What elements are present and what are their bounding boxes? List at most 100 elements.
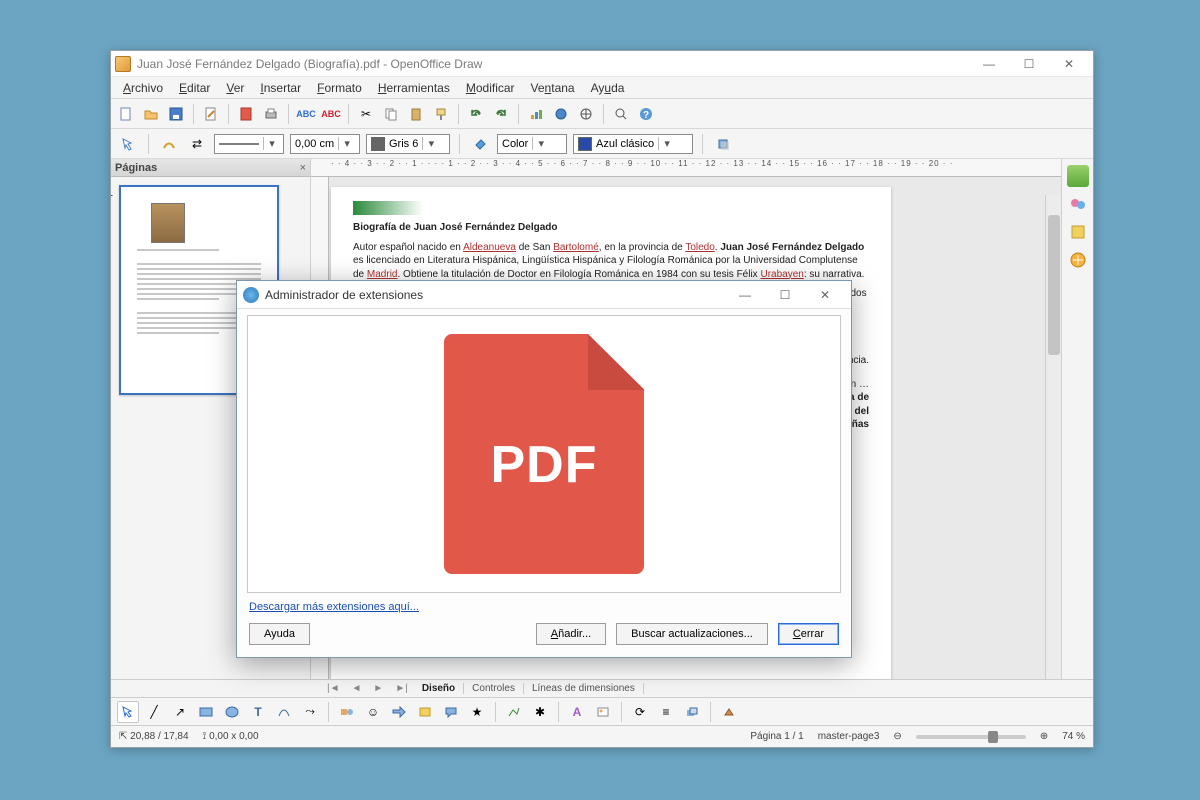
print-icon[interactable] — [260, 103, 282, 125]
menu-insertar[interactable]: Insertar — [252, 79, 309, 97]
menu-ventana[interactable]: Ventana — [523, 79, 583, 97]
stars-icon[interactable]: ★ — [466, 701, 488, 723]
menu-archivo[interactable]: AArchivorchivo — [115, 79, 171, 97]
fill-bucket-icon[interactable] — [469, 133, 491, 155]
select-tool-icon[interactable] — [117, 701, 139, 723]
right-sidebar — [1061, 159, 1093, 679]
dialog-minimize-button[interactable]: — — [725, 284, 765, 306]
symbol-shapes-icon[interactable]: ☺ — [362, 701, 384, 723]
zoom-in-icon[interactable]: ⊕ — [1040, 731, 1048, 742]
gallery-icon[interactable] — [1067, 165, 1089, 187]
arrow-tool-icon[interactable]: ↗ — [169, 701, 191, 723]
points-edit-icon[interactable] — [503, 701, 525, 723]
navigator-icon[interactable] — [575, 103, 597, 125]
pdf-file-icon: PDF — [444, 334, 644, 574]
arrow-style-icon[interactable]: ⇄ — [186, 133, 208, 155]
from-file-icon[interactable] — [592, 701, 614, 723]
save-icon[interactable] — [165, 103, 187, 125]
panel-close-icon[interactable]: × — [300, 162, 306, 174]
minimize-button[interactable]: — — [969, 53, 1009, 75]
add-button[interactable]: AAñadir...ñadir... — [536, 623, 606, 645]
styles-icon[interactable] — [1067, 193, 1089, 215]
tab-diseno[interactable]: Diseño — [414, 683, 464, 694]
maximize-button[interactable]: ☐ — [1009, 53, 1049, 75]
align-icon[interactable]: ≡ — [655, 701, 677, 723]
tab-nav-first[interactable]: |◄ — [321, 683, 346, 694]
fontwork-icon[interactable]: A — [566, 701, 588, 723]
dialog-content-area: PDF — [247, 315, 841, 593]
text-tool-icon[interactable]: T — [247, 701, 269, 723]
ellipse-tool-icon[interactable] — [221, 701, 243, 723]
glue-points-icon[interactable]: ✱ — [529, 701, 551, 723]
tab-lineas[interactable]: Líneas de dimensiones — [524, 683, 644, 694]
vertical-scrollbar[interactable] — [1045, 195, 1061, 679]
arrow-mode-icon[interactable] — [117, 133, 139, 155]
open-icon[interactable] — [140, 103, 162, 125]
autocheck-icon[interactable]: ABC — [320, 103, 342, 125]
statusbar: ⇱ 20,88 / 17,84 ⟟ 0,00 x 0,00 Página 1 /… — [111, 725, 1093, 747]
copy-icon[interactable] — [380, 103, 402, 125]
extrusion-icon[interactable] — [718, 701, 740, 723]
menu-editar[interactable]: Editar — [171, 79, 218, 97]
zoom-out-icon[interactable]: ⊖ — [893, 731, 901, 742]
basic-shapes-icon[interactable] — [336, 701, 358, 723]
tab-nav-next[interactable]: ► — [367, 683, 389, 694]
spellcheck-icon[interactable]: ABC — [295, 103, 317, 125]
rotate-icon[interactable]: ⟳ — [629, 701, 651, 723]
tab-nav-prev[interactable]: ◄ — [346, 683, 368, 694]
chart-icon[interactable] — [525, 103, 547, 125]
line-color-combo[interactable]: Gris 6▾ — [366, 134, 450, 154]
fill-mode-combo[interactable]: Color▾ — [497, 134, 567, 154]
curve-tool-icon[interactable] — [273, 701, 295, 723]
fill-color-combo[interactable]: Azul clásico▾ — [573, 134, 693, 154]
paste-icon[interactable] — [405, 103, 427, 125]
help-button[interactable]: Ayuda — [249, 623, 310, 645]
doc-paragraph: Autor español nacido en Aldeanueva de Sa… — [353, 241, 869, 282]
check-updates-button[interactable]: Buscar actualizaciones... — [616, 623, 768, 645]
menu-modificar[interactable]: Modificar — [458, 79, 523, 97]
edit-doc-icon[interactable] — [200, 103, 222, 125]
dialog-close-button[interactable]: ✕ — [805, 284, 845, 306]
line-width-combo[interactable]: 0,00 cm▾ — [290, 134, 360, 154]
line-style-icon[interactable] — [158, 133, 180, 155]
help-icon[interactable]: ? — [635, 103, 657, 125]
menubar: AArchivorchivo Editar Ver Insertar Forma… — [111, 77, 1093, 99]
menu-formato[interactable]: Formato — [309, 79, 370, 97]
header-image — [353, 201, 423, 215]
connector-tool-icon[interactable]: ⤳ — [299, 701, 321, 723]
extension-manager-dialog: Administrador de extensiones — ☐ ✕ PDF D… — [236, 280, 852, 658]
export-pdf-icon[interactable] — [235, 103, 257, 125]
menu-herramientas[interactable]: Herramientas — [370, 79, 458, 97]
rect-tool-icon[interactable] — [195, 701, 217, 723]
menu-ver[interactable]: Ver — [218, 79, 252, 97]
tab-controles[interactable]: Controles — [464, 683, 524, 694]
line-tool-icon[interactable]: ╱ — [143, 701, 165, 723]
sheet-tabs: |◄ ◄ ► ►| Diseño Controles Líneas de dim… — [111, 679, 1093, 697]
hyperlink-icon[interactable] — [550, 103, 572, 125]
redo-icon[interactable] — [490, 103, 512, 125]
navigator-side-icon[interactable] — [1067, 249, 1089, 271]
ruler-horizontal: · · 4 · · 3 · · 2 · · 1 · · · · 1 · · 2 … — [311, 159, 1061, 177]
standard-toolbar: ABC ABC ✂ ? — [111, 99, 1093, 129]
undo-icon[interactable] — [465, 103, 487, 125]
shadow-icon[interactable] — [712, 133, 734, 155]
new-doc-icon[interactable] — [115, 103, 137, 125]
effects-icon[interactable] — [1067, 221, 1089, 243]
zoom-icon[interactable] — [610, 103, 632, 125]
download-extensions-link[interactable]: Descargar más extensiones aquí... — [249, 601, 419, 613]
tab-nav-last[interactable]: ►| — [389, 683, 414, 694]
arrange-icon[interactable] — [681, 701, 703, 723]
close-button[interactable]: ✕ — [1049, 53, 1089, 75]
flowchart-icon[interactable] — [414, 701, 436, 723]
callout-icon[interactable] — [440, 701, 462, 723]
line-pattern-combo[interactable]: ▾ — [214, 134, 284, 154]
menu-ayuda[interactable]: Ayuda — [583, 79, 633, 97]
cut-icon[interactable]: ✂ — [355, 103, 377, 125]
dialog-titlebar: Administrador de extensiones — ☐ ✕ — [237, 281, 851, 309]
dialog-maximize-button[interactable]: ☐ — [765, 284, 805, 306]
format-paint-icon[interactable] — [430, 103, 452, 125]
zoom-slider[interactable] — [916, 735, 1026, 739]
status-size: ⟟ 0,00 x 0,00 — [203, 731, 259, 742]
block-arrows-icon[interactable] — [388, 701, 410, 723]
close-dialog-button[interactable]: CerrarCerrar — [778, 623, 839, 645]
